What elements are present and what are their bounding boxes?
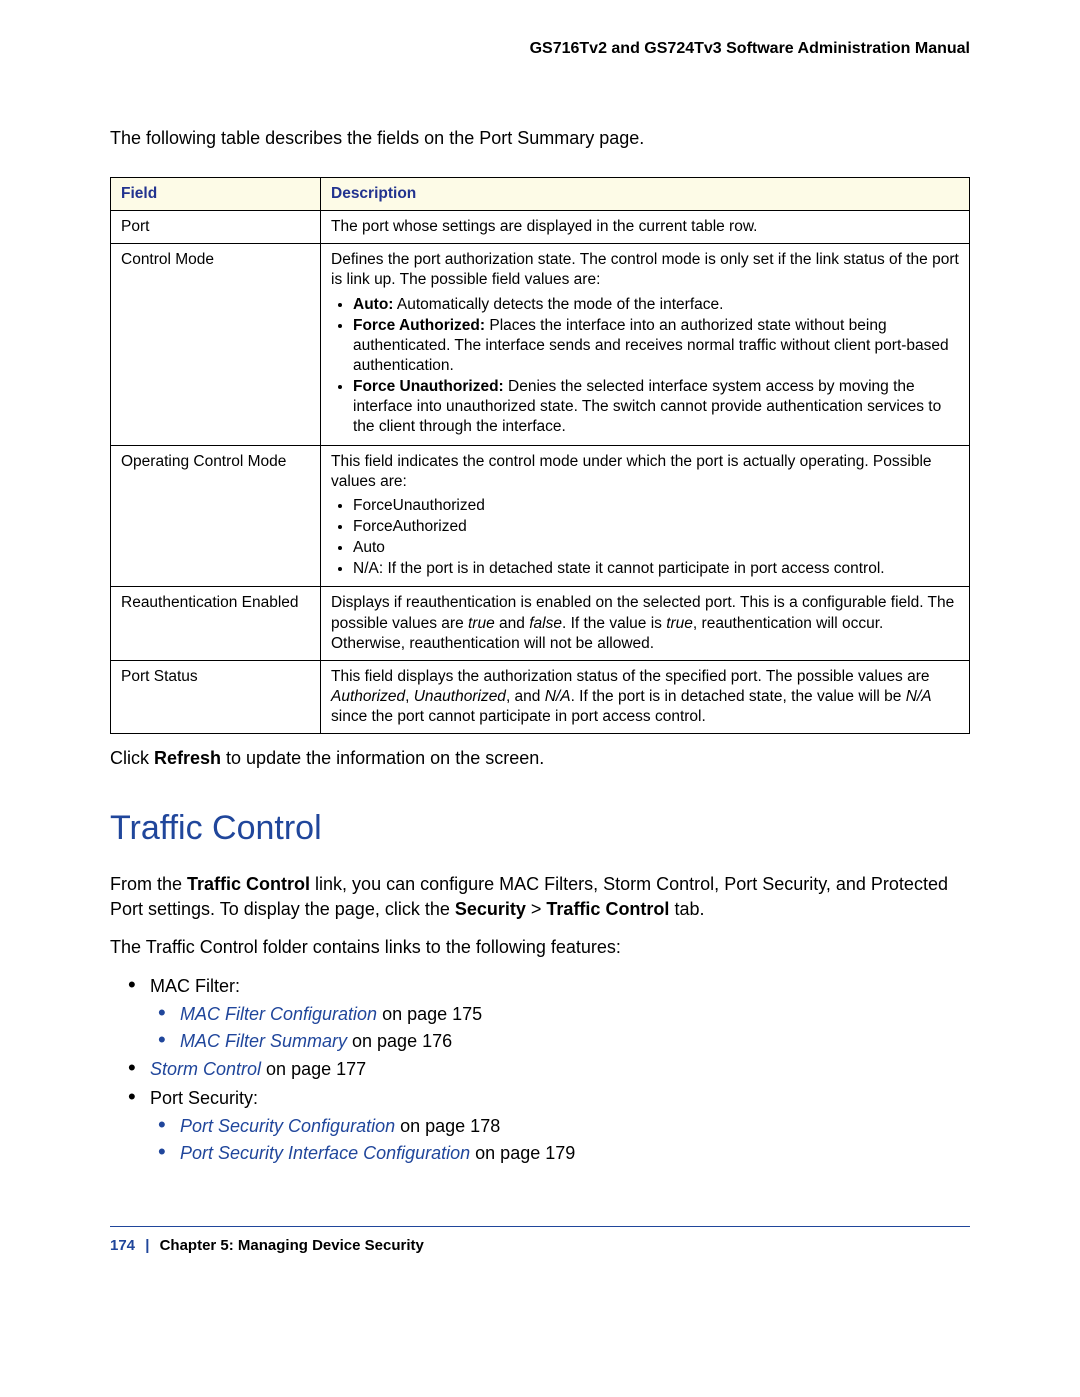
link-port-security-config[interactable]: Port Security Configuration: [180, 1116, 395, 1136]
italic: false: [529, 615, 562, 632]
bold: Traffic Control: [546, 899, 669, 919]
cell-field: Reauthentication Enabled: [111, 587, 321, 660]
bullet-item: Force Authorized: Places the interface i…: [353, 316, 959, 376]
bold: Traffic Control: [187, 874, 310, 894]
cell-field: Port Status: [111, 660, 321, 733]
text: From the: [110, 874, 187, 894]
text: , and: [506, 688, 545, 705]
page-ref: on page 177: [261, 1059, 366, 1079]
table-row: Control Mode Defines the port authorizat…: [111, 244, 970, 445]
desc-lead: Defines the port authorization state. Th…: [331, 251, 959, 288]
bullet-item: ForceAuthorized: [353, 517, 959, 537]
body-paragraph: The Traffic Control folder contains link…: [110, 935, 970, 959]
text: since the port cannot participate in por…: [331, 708, 706, 725]
text: . If the value is: [562, 615, 666, 632]
bold: Auto:: [353, 296, 393, 313]
cell-desc: This field indicates the control mode un…: [321, 445, 970, 587]
intro-text: The following table describes the fields…: [110, 128, 970, 149]
table-header-row: Field Description: [111, 178, 970, 211]
italic: Authorized: [331, 688, 405, 705]
footer-rule: [110, 1226, 970, 1227]
italic: true: [666, 615, 693, 632]
page-number: 174: [110, 1237, 135, 1254]
list-item: MAC Filter: MAC Filter Configuration on …: [150, 973, 970, 1054]
list-item: MAC Filter Configuration on page 175: [180, 1001, 970, 1027]
table-row: Port The port whose settings are display…: [111, 211, 970, 244]
link-mac-filter-summary[interactable]: MAC Filter Summary: [180, 1031, 347, 1051]
bullet-item: Force Unauthorized: Denies the selected …: [353, 377, 959, 437]
text: tab.: [669, 899, 704, 919]
page-ref: on page 178: [395, 1116, 500, 1136]
list-item: Storm Control on page 177: [150, 1056, 970, 1082]
bullet-item: Auto: [353, 538, 959, 558]
bullet-list: ForceUnauthorized ForceAuthorized Auto N…: [331, 496, 959, 580]
text: This field displays the authorization st…: [331, 668, 930, 685]
section-heading: Traffic Control: [110, 809, 970, 848]
sublist: MAC Filter Configuration on page 175 MAC…: [150, 1001, 970, 1054]
text: and: [495, 615, 529, 632]
list-item: Port Security Interface Configuration on…: [180, 1140, 970, 1166]
cell-field: Port: [111, 211, 321, 244]
table-row: Port Status This field displays the auth…: [111, 660, 970, 733]
list-item: Port Security: Port Security Configurati…: [150, 1085, 970, 1166]
after-table-text: Click Refresh to update the information …: [110, 748, 970, 769]
cell-desc: The port whose settings are displayed in…: [321, 211, 970, 244]
cell-desc: Displays if reauthentication is enabled …: [321, 587, 970, 660]
text: ,: [405, 688, 414, 705]
link-storm-control[interactable]: Storm Control: [150, 1059, 261, 1079]
separator: |: [145, 1237, 149, 1254]
bullet-item: N/A: If the port is in detached state it…: [353, 559, 959, 579]
col-header-field: Field: [111, 178, 321, 211]
bullet-item: Auto: Automatically detects the mode of …: [353, 295, 959, 315]
sublist: Port Security Configuration on page 178 …: [150, 1113, 970, 1166]
link-mac-filter-config[interactable]: MAC Filter Configuration: [180, 1004, 377, 1024]
bullet-item: ForceUnauthorized: [353, 496, 959, 516]
text: >: [526, 899, 547, 919]
cell-desc: This field displays the authorization st…: [321, 660, 970, 733]
list-item: MAC Filter Summary on page 176: [180, 1028, 970, 1054]
table-row: Reauthentication Enabled Displays if rea…: [111, 587, 970, 660]
italic: true: [468, 615, 495, 632]
bold: Security: [455, 899, 526, 919]
desc-lead: This field indicates the control mode un…: [331, 453, 932, 490]
feature-list: MAC Filter: MAC Filter Configuration on …: [110, 973, 970, 1166]
document-header: GS716Tv2 and GS724Tv3 Software Administr…: [110, 40, 970, 58]
bold: Force Authorized:: [353, 317, 485, 334]
list-item: Port Security Configuration on page 178: [180, 1113, 970, 1139]
link-port-security-interface-config[interactable]: Port Security Interface Configuration: [180, 1143, 470, 1163]
table-row: Operating Control Mode This field indica…: [111, 445, 970, 587]
cell-desc: Defines the port authorization state. Th…: [321, 244, 970, 445]
bullet-list: Auto: Automatically detects the mode of …: [331, 295, 959, 438]
italic: N/A: [545, 688, 571, 705]
col-header-description: Description: [321, 178, 970, 211]
body-paragraph: From the Traffic Control link, you can c…: [110, 872, 970, 921]
page-ref: on page 175: [377, 1004, 482, 1024]
text: to update the information on the screen.: [221, 748, 544, 768]
page-footer: 174 | Chapter 5: Managing Device Securit…: [110, 1237, 970, 1254]
italic: Unauthorized: [414, 688, 506, 705]
text: MAC Filter:: [150, 976, 240, 996]
bold: Refresh: [154, 748, 221, 768]
text: . If the port is in detached state, the …: [571, 688, 906, 705]
cell-field: Control Mode: [111, 244, 321, 445]
cell-field: Operating Control Mode: [111, 445, 321, 587]
text: Click: [110, 748, 154, 768]
bold: Force Unauthorized:: [353, 378, 504, 395]
page-ref: on page 179: [470, 1143, 575, 1163]
text: Automatically detects the mode of the in…: [393, 296, 723, 313]
page-ref: on page 176: [347, 1031, 452, 1051]
document-page: GS716Tv2 and GS724Tv3 Software Administr…: [0, 0, 1080, 1304]
chapter-label: Chapter 5: Managing Device Security: [160, 1237, 424, 1254]
italic: N/A: [906, 688, 932, 705]
fields-table: Field Description Port The port whose se…: [110, 177, 970, 734]
text: Port Security:: [150, 1088, 258, 1108]
